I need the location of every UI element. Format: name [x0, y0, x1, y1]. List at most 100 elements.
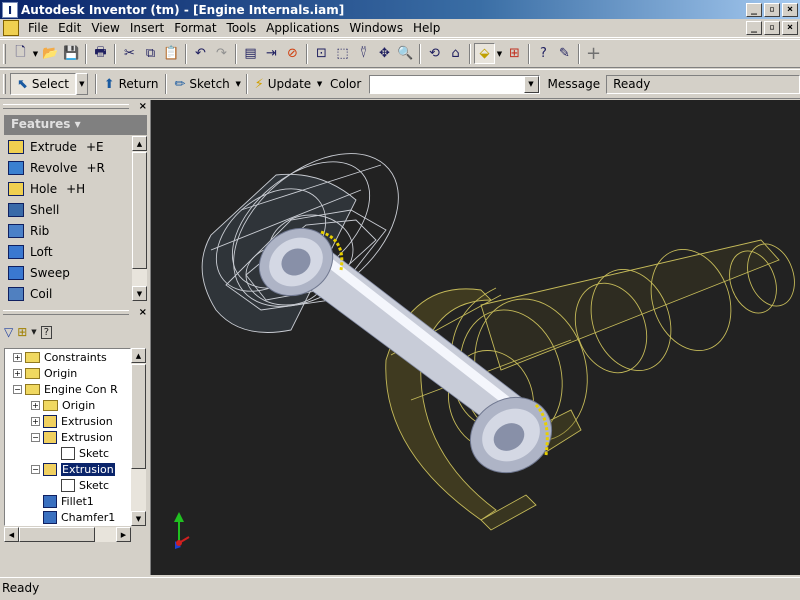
collapse-icon[interactable]: −: [31, 432, 40, 442]
no-entry-icon[interactable]: ⊘: [282, 43, 303, 64]
doc-close-button[interactable]: ×: [782, 21, 798, 35]
pan-icon[interactable]: ✥: [374, 43, 395, 64]
undo-icon[interactable]: ↶: [190, 43, 211, 64]
menu-applications[interactable]: Applications: [261, 21, 344, 35]
save-icon[interactable]: 💾: [61, 43, 82, 64]
menu-file[interactable]: File: [23, 21, 53, 35]
scroll-left-arrow[interactable]: ◀: [4, 527, 19, 542]
feature-hole[interactable]: Hole +H: [4, 178, 132, 199]
feature-rib[interactable]: Rib: [4, 220, 132, 241]
display-dropdown-arrow[interactable]: ▼: [495, 50, 504, 58]
menu-format[interactable]: Format: [169, 21, 221, 35]
menu-edit[interactable]: Edit: [53, 21, 86, 35]
select-dropdown-arrow[interactable]: ▼: [75, 73, 88, 95]
browser-hscrollbar[interactable]: ◀ ▶: [4, 527, 131, 542]
zoom-window-icon[interactable]: ⬚: [332, 43, 353, 64]
help-icon[interactable]: ?: [40, 325, 52, 339]
update-button[interactable]: ⚡ Update: [251, 73, 316, 95]
feature-sweep[interactable]: Sweep: [4, 262, 132, 283]
features-scrollbar[interactable]: ▲ ▼: [132, 136, 147, 301]
combo-dropdown-arrow[interactable]: ▼: [523, 75, 539, 93]
scroll-down-arrow[interactable]: ▼: [132, 286, 147, 301]
tree-item[interactable]: − Extrusion: [5, 461, 130, 477]
collapse-icon[interactable]: −: [31, 464, 40, 474]
hierarchy-icon[interactable]: ⊞: [17, 325, 27, 339]
shaded-display-icon[interactable]: ⬙: [474, 43, 495, 64]
cut-icon[interactable]: ✂: [119, 43, 140, 64]
copy-icon[interactable]: ⧉: [140, 43, 161, 64]
feature-revolve[interactable]: Revolve +R: [4, 157, 132, 178]
graphics-window[interactable]: [150, 100, 800, 575]
return-arrow-icon[interactable]: ⇥: [261, 43, 282, 64]
help-icon[interactable]: ?: [533, 43, 554, 64]
feature-coil[interactable]: Coil: [4, 283, 132, 304]
collapse-icon[interactable]: −: [13, 384, 22, 394]
bill-of-materials-icon[interactable]: ▤: [240, 43, 261, 64]
paste-icon[interactable]: 📋: [161, 43, 182, 64]
feature-loft[interactable]: Loft: [4, 241, 132, 262]
return-button[interactable]: ⬆ Return: [100, 73, 163, 95]
tree-item[interactable]: + Origin: [5, 365, 130, 381]
assembly-view[interactable]: [151, 100, 800, 575]
scroll-up-arrow[interactable]: ▲: [132, 136, 147, 151]
expand-icon[interactable]: +: [13, 368, 22, 378]
tree-item[interactable]: + Constraints: [5, 349, 130, 365]
select-button[interactable]: ⬉ Select: [9, 73, 76, 95]
menu-tools[interactable]: Tools: [222, 21, 262, 35]
tree-item[interactable]: Chamfer1: [5, 509, 130, 525]
zoom-all-icon[interactable]: ⊡: [311, 43, 332, 64]
tree-item[interactable]: − Engine Con R: [5, 381, 130, 397]
hscroll-thumb[interactable]: [19, 527, 95, 542]
expand-icon[interactable]: +: [13, 352, 22, 362]
scroll-thumb[interactable]: [131, 364, 146, 469]
feature-extrude[interactable]: Extrude +E: [4, 136, 132, 157]
menu-view[interactable]: View: [86, 21, 124, 35]
tree-item[interactable]: Sketc: [5, 445, 130, 461]
tree-item[interactable]: − Extrusion: [5, 429, 130, 445]
dropdown-arrow[interactable]: ▼: [31, 328, 36, 336]
expand-icon[interactable]: +: [31, 400, 40, 410]
new-icon[interactable]: 🗋: [10, 43, 31, 64]
tree-item[interactable]: Sketc: [5, 477, 130, 493]
toolbar-grip[interactable]: [3, 43, 6, 64]
close-icon[interactable]: ×: [139, 307, 147, 318]
update-dropdown-arrow[interactable]: ▼: [315, 80, 324, 88]
doc-restore-button[interactable]: ▫: [764, 21, 780, 35]
menu-insert[interactable]: Insert: [125, 21, 169, 35]
scroll-thumb[interactable]: [132, 152, 147, 269]
features-header[interactable]: Features ▾: [4, 115, 147, 135]
menu-help[interactable]: Help: [408, 21, 445, 35]
browser-scrollbar[interactable]: ▲ ▼: [131, 348, 146, 526]
tree-item[interactable]: Fillet1: [5, 493, 130, 509]
restore-button[interactable]: ▫: [764, 2, 780, 17]
scroll-down-arrow[interactable]: ▼: [131, 511, 146, 526]
new-dropdown-arrow[interactable]: ▼: [31, 50, 40, 58]
scroll-up-arrow[interactable]: ▲: [131, 348, 146, 363]
print-icon[interactable]: 🖶: [90, 43, 111, 64]
sketch-dropdown-arrow[interactable]: ▼: [234, 80, 243, 88]
sketch-button[interactable]: ✏ Sketch: [170, 73, 233, 95]
tree-item[interactable]: + Origin: [5, 397, 130, 413]
feature-shell[interactable]: Shell: [4, 199, 132, 220]
whats-this-icon[interactable]: ✎: [554, 43, 575, 64]
toolbar-grip-2[interactable]: [3, 74, 6, 94]
section-view-icon[interactable]: ⊞: [504, 43, 525, 64]
zoom-selected-icon[interactable]: 🔍: [395, 43, 416, 64]
look-at-icon[interactable]: ⌂: [445, 43, 466, 64]
tree-item[interactable]: + Extrusion: [5, 413, 130, 429]
doc-minimize-button[interactable]: _: [746, 21, 762, 35]
minimize-button[interactable]: _: [746, 2, 762, 17]
redo-icon[interactable]: ↷: [211, 43, 232, 64]
close-button[interactable]: ×: [782, 2, 798, 17]
close-icon[interactable]: ×: [139, 101, 147, 112]
document-icon[interactable]: [3, 20, 19, 36]
scroll-right-arrow[interactable]: ▶: [116, 527, 131, 542]
zoom-icon[interactable]: ⍢: [353, 43, 374, 64]
color-combo[interactable]: ▼: [369, 74, 540, 94]
add-toolbar-icon[interactable]: +: [583, 43, 604, 64]
expand-icon[interactable]: +: [31, 416, 40, 426]
open-icon[interactable]: 📂: [40, 43, 61, 64]
menu-windows[interactable]: Windows: [344, 21, 408, 35]
filter-icon[interactable]: ▽: [4, 325, 13, 339]
rotate-icon[interactable]: ⟲: [424, 43, 445, 64]
